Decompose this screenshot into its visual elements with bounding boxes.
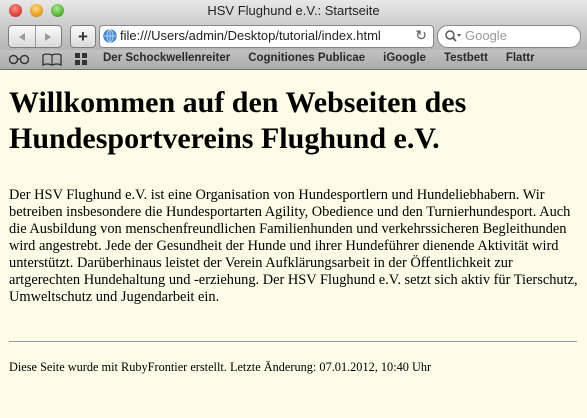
address-bar[interactable]: file:///Users/admin/Desktop/tutorial/ind… [99,25,434,48]
bookmark-item[interactable]: iGoogle [383,52,426,64]
bookmark-item[interactable]: Cognitiones Publicae [248,52,365,64]
minimize-window-button[interactable] [30,4,43,17]
reload-icon[interactable]: ↻ [415,27,427,44]
search-icon [445,30,461,42]
forward-arrow-icon [45,32,52,41]
zoom-window-button[interactable] [51,4,64,17]
search-placeholder: Google [465,28,507,43]
bookmarks-bar: Der Schockwellenreiter Cognitiones Publi… [0,50,587,70]
page-footer: Diese Seite wurde mit RubyFrontier erste… [9,360,432,374]
add-bookmark-button[interactable]: + [70,25,96,48]
bookmark-items: Der Schockwellenreiter Cognitiones Publi… [103,52,553,64]
search-field[interactable]: Google [437,25,581,48]
page-title: Willkommen auf den Webseiten des Hundesp… [9,86,467,155]
window-title: HSV Flughund e.V.: Startseite [207,3,380,18]
back-arrow-icon [18,32,25,41]
footer-divider [9,341,577,343]
page-content: Willkommen auf den Webseiten des Hundesp… [0,70,587,418]
globe-icon [103,29,117,43]
close-window-button[interactable] [9,4,22,17]
reading-list-icon[interactable] [8,53,30,65]
title-bar: HSV Flughund e.V.: Startseite [0,0,587,22]
bookmark-item[interactable]: Testbett [444,52,488,64]
bookmark-item[interactable]: Der Schockwellenreiter [103,52,230,64]
bookmarks-book-icon[interactable] [42,53,62,66]
bookmark-item[interactable]: Flattr [506,52,535,64]
browser-window: HSV Flughund e.V.: Startseite + file:///… [0,0,587,418]
toolbar: + file:///Users/admin/Desktop/tutorial/i… [0,22,587,50]
intro-paragraph: Der HSV Flughund e.V. ist eine Organisat… [9,187,578,305]
back-button[interactable] [9,26,35,47]
navigation-buttons [8,25,62,48]
top-sites-icon[interactable] [75,53,87,65]
url-text[interactable]: file:///Users/admin/Desktop/tutorial/ind… [120,28,405,43]
forward-button[interactable] [34,26,62,47]
